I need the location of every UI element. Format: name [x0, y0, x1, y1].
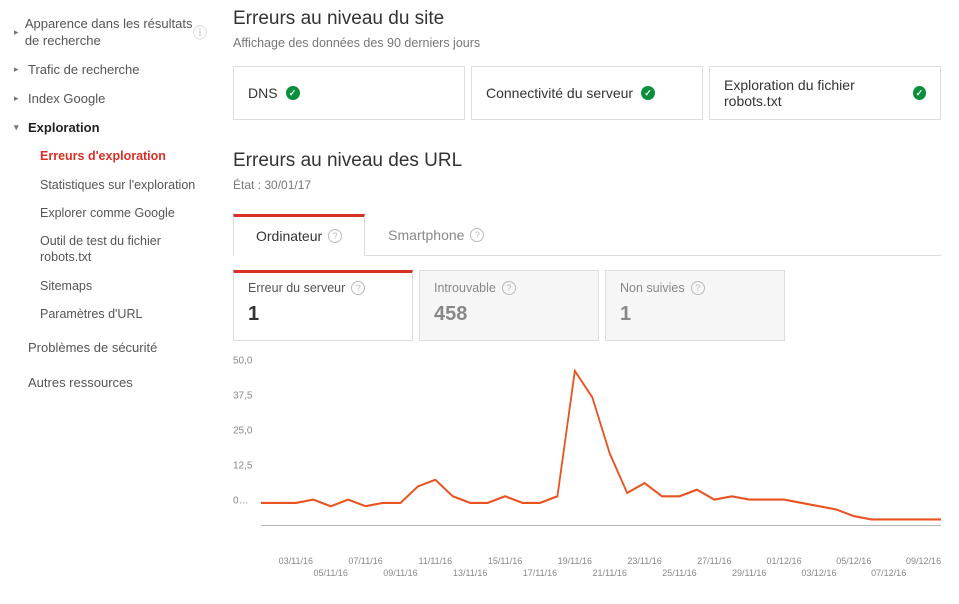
x-tick-label: 15/11/16 [488, 556, 522, 567]
x-tick-label: 29/11/16 [732, 568, 766, 579]
tab-smartphone[interactable]: Smartphone [365, 214, 507, 255]
x-tick-label: 01/12/16 [767, 556, 802, 567]
check-icon [286, 86, 300, 100]
y-tick-label: 0… [233, 496, 249, 507]
help-icon [470, 228, 484, 242]
status-row: DNS Connectivité du serveur Exploration … [233, 66, 941, 120]
error-chart: 03/11/1605/11/1607/11/1609/11/1611/11/16… [261, 361, 941, 526]
stat-value: 1 [620, 303, 770, 326]
chart-line [261, 361, 941, 526]
tab-label: Smartphone [388, 227, 464, 243]
sidebar-item-label: Sitemaps [40, 278, 92, 294]
sidebar-item-label: Paramètres d'URL [40, 306, 142, 322]
sidebar-item-index[interactable]: ▸ Index Google [10, 85, 215, 114]
x-tick-label: 13/11/16 [453, 568, 487, 579]
help-icon [502, 281, 516, 295]
stat-row: Erreur du serveur 1 Introuvable 458 Non … [233, 270, 941, 341]
tab-label: Ordinateur [256, 228, 322, 244]
stat-not-found[interactable]: Introuvable 458 [419, 270, 599, 341]
sidebar-item-crawl-stats[interactable]: Statistiques sur l'exploration [10, 171, 215, 199]
chevron-right-icon: ▸ [14, 27, 21, 39]
sidebar-item-appearance[interactable]: ▸ Apparence dans les résultats de recher… [10, 10, 215, 56]
y-tick-label: 37,5 [233, 391, 252, 402]
x-tick-label: 07/11/16 [348, 556, 382, 567]
x-tick-label: 19/11/16 [558, 556, 592, 567]
x-tick-label: 03/12/16 [801, 568, 836, 579]
stat-label: Non suivies [620, 281, 770, 295]
x-tick-label: 23/11/16 [627, 556, 661, 567]
y-tick-label: 12,5 [233, 461, 252, 472]
x-tick-label: 05/11/16 [314, 568, 348, 579]
status-connectivity[interactable]: Connectivité du serveur [471, 66, 703, 120]
sidebar-item-label: Apparence dans les résultats de recherch… [25, 16, 193, 50]
x-tick-label: 25/11/16 [662, 568, 696, 579]
tab-desktop[interactable]: Ordinateur [233, 214, 365, 256]
help-icon [691, 281, 705, 295]
state-date: 30/01/17 [264, 178, 311, 192]
sidebar-item-label: Outil de test du fichier robots.txt [40, 233, 207, 266]
sidebar-item-label: Problèmes de sécurité [28, 340, 157, 357]
stat-server-error[interactable]: Erreur du serveur 1 [233, 270, 413, 341]
sidebar-item-label: Trafic de recherche [28, 62, 140, 79]
sidebar-item-crawl-errors[interactable]: Erreurs d'exploration [10, 142, 215, 170]
sidebar-item-sitemaps[interactable]: Sitemaps [10, 272, 215, 300]
url-errors-title: Erreurs au niveau des URL [233, 150, 941, 172]
y-tick-label: 25,0 [233, 426, 252, 437]
device-tabs: Ordinateur Smartphone [233, 214, 941, 256]
sidebar-item-label: Erreurs d'exploration [40, 148, 166, 164]
sidebar-item-exploration[interactable]: ▾ Exploration [10, 114, 215, 143]
sidebar-item-label: Exploration [28, 120, 100, 137]
stat-value: 458 [434, 303, 584, 326]
sidebar-item-label: Explorer comme Google [40, 205, 175, 221]
status-label: DNS [248, 85, 278, 101]
site-errors-subtitle: Affichage des données des 90 derniers jo… [233, 36, 941, 50]
x-tick-label: 11/11/16 [418, 556, 452, 567]
status-robots[interactable]: Exploration du fichier robots.txt [709, 66, 941, 120]
x-tick-label: 03/11/16 [279, 556, 313, 567]
check-icon [913, 86, 926, 100]
help-icon [351, 281, 365, 295]
state-line: État : 30/01/17 [233, 178, 941, 192]
x-tick-label: 17/11/16 [523, 568, 557, 579]
stat-label: Introuvable [434, 281, 584, 295]
sidebar-item-url-params[interactable]: Paramètres d'URL [10, 300, 215, 328]
chevron-right-icon: ▸ [14, 64, 24, 76]
stat-value: 1 [248, 303, 398, 326]
info-icon: ⓘ [193, 24, 207, 42]
sidebar-item-robots-tester[interactable]: Outil de test du fichier robots.txt [10, 227, 215, 272]
x-tick-label: 21/11/16 [593, 568, 627, 579]
sidebar-item-traffic[interactable]: ▸ Trafic de recherche [10, 56, 215, 85]
site-errors-title: Erreurs au niveau du site [233, 8, 941, 30]
x-tick-label: 27/11/16 [697, 556, 731, 567]
y-tick-label: 50,0 [233, 356, 252, 367]
help-icon [328, 229, 342, 243]
sidebar-item-label: Autres ressources [28, 375, 133, 392]
sidebar: ▸ Apparence dans les résultats de recher… [0, 0, 215, 604]
state-label: État : [233, 178, 261, 192]
sidebar-item-other[interactable]: Autres ressources [10, 369, 215, 398]
chevron-down-icon: ▾ [14, 122, 24, 134]
chevron-right-icon: ▸ [14, 93, 24, 105]
stat-label: Erreur du serveur [248, 281, 398, 295]
x-tick-label: 07/12/16 [871, 568, 906, 579]
x-tick-label: 05/12/16 [836, 556, 871, 567]
status-dns[interactable]: DNS [233, 66, 465, 120]
main-content: Erreurs au niveau du site Affichage des … [215, 0, 959, 604]
x-tick-label: 09/12/16 [906, 556, 941, 567]
status-label: Connectivité du serveur [486, 85, 633, 101]
sidebar-item-label: Statistiques sur l'exploration [40, 177, 195, 193]
x-tick-label: 09/11/16 [383, 568, 417, 579]
status-label: Exploration du fichier robots.txt [724, 77, 905, 109]
sidebar-item-security[interactable]: Problèmes de sécurité [10, 334, 215, 363]
check-icon [641, 86, 655, 100]
sidebar-item-fetch-google[interactable]: Explorer comme Google [10, 199, 215, 227]
sidebar-item-label: Index Google [28, 91, 105, 108]
stat-not-followed[interactable]: Non suivies 1 [605, 270, 785, 341]
